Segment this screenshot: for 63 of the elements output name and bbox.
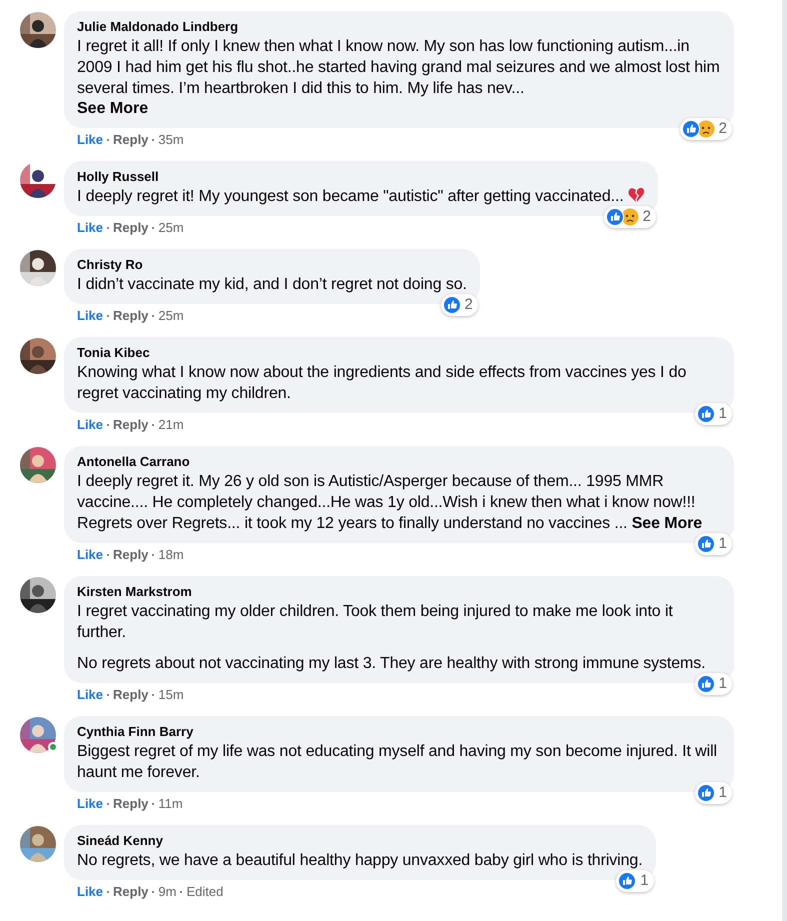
timestamp-link[interactable]: 35m: [158, 132, 184, 148]
reply-link[interactable]: Reply: [113, 796, 148, 812]
see-more-link[interactable]: See More: [77, 99, 148, 119]
reply-link[interactable]: Reply: [113, 220, 148, 236]
thumbs-up-icon: [696, 535, 715, 553]
thumbs-up-icon: [696, 784, 715, 802]
sad-face-icon: [620, 208, 639, 226]
comment-text: I didn’t vaccinate my kid, and I don’t regret not doing so.: [77, 275, 467, 295]
reply-link[interactable]: Reply: [113, 687, 148, 703]
thumbs-up-icon: [696, 405, 715, 423]
see-more-link[interactable]: See More: [632, 515, 702, 532]
timestamp-link[interactable]: 15m: [158, 687, 184, 703]
timestamp-link[interactable]: 18m: [158, 547, 184, 563]
like-link[interactable]: Like: [77, 687, 104, 703]
like-link[interactable]: Like: [77, 132, 104, 148]
commenter-name[interactable]: Antonella Carrano: [77, 454, 721, 470]
reaction-count-badge[interactable]: 1: [694, 673, 732, 695]
reaction-count-badge[interactable]: 1: [616, 870, 654, 892]
like-link[interactable]: Like: [77, 308, 104, 324]
thumbs-up-icon: [606, 208, 624, 226]
comment-text: No regrets, we have a beautiful healthy happy unvaxxed baby girl who is thriving.: [77, 851, 643, 871]
comment-text: Biggest regret of my life was not educating myself and having my son become injured. It will haunt me forever.: [77, 742, 718, 783]
reply-link[interactable]: Reply: [113, 132, 148, 148]
reaction-count-badge[interactable]: 1: [694, 782, 732, 804]
thumbs-up-icon: [696, 675, 715, 693]
reaction-count-badge[interactable]: 2: [440, 294, 478, 316]
like-link[interactable]: Like: [77, 220, 104, 236]
edited-label: Edited: [186, 884, 224, 900]
reply-link[interactable]: Reply: [113, 884, 148, 900]
sad-face-icon: [696, 120, 715, 138]
comment-text: Knowing what I know now about the ingredients and side effects from vaccines yes I do regret vaccinating my children.: [77, 363, 688, 404]
comment-text: I regret it all! If only I knew then what I know now. My son has low functioning autism...in 2009 I had him get his flu shot..he started having grand mal seizures and we almost lost him several times. I’m heartbroken I did this to him. My life has nev...: [77, 37, 721, 99]
timestamp-link[interactable]: 25m: [158, 308, 184, 324]
comment-text: I deeply regret it! My youngest son became "autistic" after getting vaccinated...: [77, 186, 646, 207]
reaction-count-badge[interactable]: 2: [604, 206, 656, 228]
commenter-name[interactable]: Christy Ro: [77, 257, 467, 273]
reaction-count-badge[interactable]: 1: [694, 403, 732, 425]
reply-link[interactable]: Reply: [113, 308, 148, 324]
comment-text: I deeply regret it. My 26 y old son is Autistic/Asperger because of them... 1995 MMR vaccine.... He completely changed...He was 1y old...Wish i knew then what i know now!!! Regrets over Regrets... it took my 12 years to finally understand no vaccines ... See More: [77, 472, 704, 534]
commenter-name[interactable]: Holly Russell: [77, 169, 646, 185]
timestamp-link[interactable]: 25m: [158, 220, 184, 236]
commenter-name[interactable]: Julie Maldonado Lindberg: [77, 19, 721, 35]
like-link[interactable]: Like: [77, 884, 104, 900]
timestamp-link[interactable]: 11m: [158, 796, 183, 812]
timestamp-link[interactable]: 21m: [158, 417, 184, 433]
reaction-count-badge[interactable]: 1: [694, 533, 732, 555]
thumbs-up-icon: [618, 872, 636, 890]
thumbs-up-icon: [682, 120, 700, 138]
reply-link[interactable]: Reply: [113, 547, 148, 563]
reaction-count-badge[interactable]: 2: [680, 118, 732, 140]
commenter-name[interactable]: Cynthia Finn Barry: [77, 724, 721, 740]
thumbs-up-icon: [442, 296, 461, 314]
scrollbar[interactable]: [782, 0, 787, 921]
comment-text: No regrets about not vaccinating my last 3. They are healthy with strong immune systems.: [77, 654, 707, 674]
commenter-name[interactable]: Tonia Kibec: [77, 345, 721, 361]
comment-text: I regret vaccinating my older children. Took them being injured to make me look into it further.: [77, 602, 674, 643]
commenter-name[interactable]: Kirsten Markstrom: [77, 584, 721, 600]
timestamp-link[interactable]: 9m: [158, 884, 176, 900]
like-link[interactable]: Like: [77, 547, 104, 563]
like-link[interactable]: Like: [77, 796, 104, 812]
like-link[interactable]: Like: [77, 417, 104, 433]
reply-link[interactable]: Reply: [113, 417, 148, 433]
commenter-name[interactable]: Sineád Kenny: [77, 833, 643, 849]
